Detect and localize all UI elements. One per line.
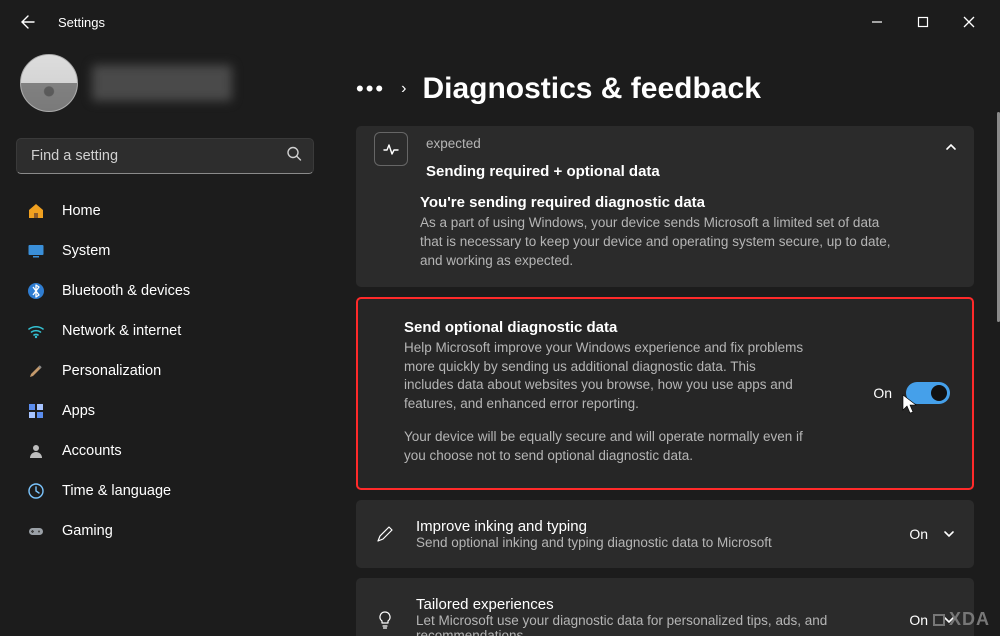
pen-icon xyxy=(372,521,398,547)
breadcrumb-chevron-icon: › xyxy=(401,80,406,98)
scrollbar[interactable] xyxy=(996,0,1000,636)
diagnostic-data-card: expected Sending required + optional dat… xyxy=(356,126,974,287)
nav-apps[interactable]: Apps xyxy=(16,392,314,430)
wifi-icon xyxy=(26,321,46,341)
main-content: ••• › Diagnostics & feedback expected Se… xyxy=(330,44,1000,636)
diagnostic-state-line: Sending required + optional data xyxy=(426,163,660,180)
lightbulb-icon xyxy=(372,607,398,633)
nav-time-language[interactable]: Time & language xyxy=(16,472,314,510)
time-icon xyxy=(26,481,46,501)
required-title: You're sending required diagnostic data xyxy=(420,194,956,211)
profile-block[interactable] xyxy=(16,44,314,132)
optional-title: Send optional diagnostic data xyxy=(404,319,954,336)
nav-accounts[interactable]: Accounts xyxy=(16,432,314,470)
inking-value: On xyxy=(909,526,928,542)
chevron-up-icon xyxy=(944,140,958,154)
optional-body-1: Help Microsoft improve your Windows expe… xyxy=(404,339,804,415)
card-small-caption: expected xyxy=(426,136,660,151)
nav-network[interactable]: Network & internet xyxy=(16,312,314,350)
apps-icon xyxy=(26,401,46,421)
nav-label: Home xyxy=(62,203,101,219)
collapse-button[interactable] xyxy=(944,140,958,159)
bluetooth-icon xyxy=(26,281,46,301)
nav-personalization[interactable]: Personalization xyxy=(16,352,314,390)
inking-typing-card[interactable]: Improve inking and typing Send optional … xyxy=(356,500,974,568)
window-controls xyxy=(854,6,992,38)
home-icon xyxy=(26,201,46,221)
tailored-title: Tailored experiences xyxy=(416,596,846,613)
maximize-icon xyxy=(917,16,929,28)
brush-icon xyxy=(26,361,46,381)
nav-label: Network & internet xyxy=(62,323,181,339)
diagnostic-icon xyxy=(374,132,408,166)
search-input[interactable] xyxy=(16,138,314,174)
tailored-value: On xyxy=(909,612,928,628)
nav-system[interactable]: System xyxy=(16,232,314,270)
nav-label: Bluetooth & devices xyxy=(62,283,190,299)
optional-diagnostic-card: Send optional diagnostic data Help Micro… xyxy=(356,297,974,490)
nav-label: Gaming xyxy=(62,523,113,539)
arrow-left-icon xyxy=(20,14,36,30)
watermark: XDA xyxy=(933,609,990,630)
chevron-down-icon xyxy=(942,527,956,541)
nav-gaming[interactable]: Gaming xyxy=(16,512,314,550)
toggle-state-label: On xyxy=(873,385,892,401)
nav-label: Time & language xyxy=(62,483,171,499)
optional-body-2: Your device will be equally secure and w… xyxy=(404,428,804,466)
sidebar: Home System Bluetooth & devices Network … xyxy=(0,44,330,636)
nav-label: Accounts xyxy=(62,443,122,459)
window-title: Settings xyxy=(58,15,105,30)
nav-label: Personalization xyxy=(62,363,161,379)
nav-bluetooth[interactable]: Bluetooth & devices xyxy=(16,272,314,310)
required-body: As a part of using Windows, your device … xyxy=(420,214,900,271)
profile-name-redacted xyxy=(92,65,232,101)
search-box[interactable] xyxy=(16,138,314,174)
optional-data-toggle[interactable] xyxy=(906,382,950,404)
inking-sub: Send optional inking and typing diagnost… xyxy=(416,535,772,550)
account-icon xyxy=(26,441,46,461)
tailored-sub: Let Microsoft use your diagnostic data f… xyxy=(416,613,846,636)
nav-label: Apps xyxy=(62,403,95,419)
required-data-section: You're sending required diagnostic data … xyxy=(374,194,956,271)
tailored-experiences-card[interactable]: Tailored experiences Let Microsoft use y… xyxy=(356,578,974,636)
nav-list: Home System Bluetooth & devices Network … xyxy=(16,192,314,550)
minimize-icon xyxy=(871,16,883,28)
nav-home[interactable]: Home xyxy=(16,192,314,230)
avatar xyxy=(20,54,78,112)
minimize-button[interactable] xyxy=(854,6,900,38)
close-icon xyxy=(963,16,975,28)
search-icon xyxy=(286,146,302,167)
close-button[interactable] xyxy=(946,6,992,38)
watermark-text: XDA xyxy=(949,609,990,630)
back-button[interactable] xyxy=(8,2,48,42)
watermark-square-icon xyxy=(933,614,945,626)
maximize-button[interactable] xyxy=(900,6,946,38)
page-header: ••• › Diagnostics & feedback xyxy=(356,44,974,126)
system-icon xyxy=(26,241,46,261)
page-title: Diagnostics & feedback xyxy=(422,72,760,106)
gaming-icon xyxy=(26,521,46,541)
overflow-button[interactable]: ••• xyxy=(356,78,385,100)
titlebar: Settings xyxy=(0,0,1000,44)
inking-title: Improve inking and typing xyxy=(416,518,772,535)
nav-label: System xyxy=(62,243,110,259)
